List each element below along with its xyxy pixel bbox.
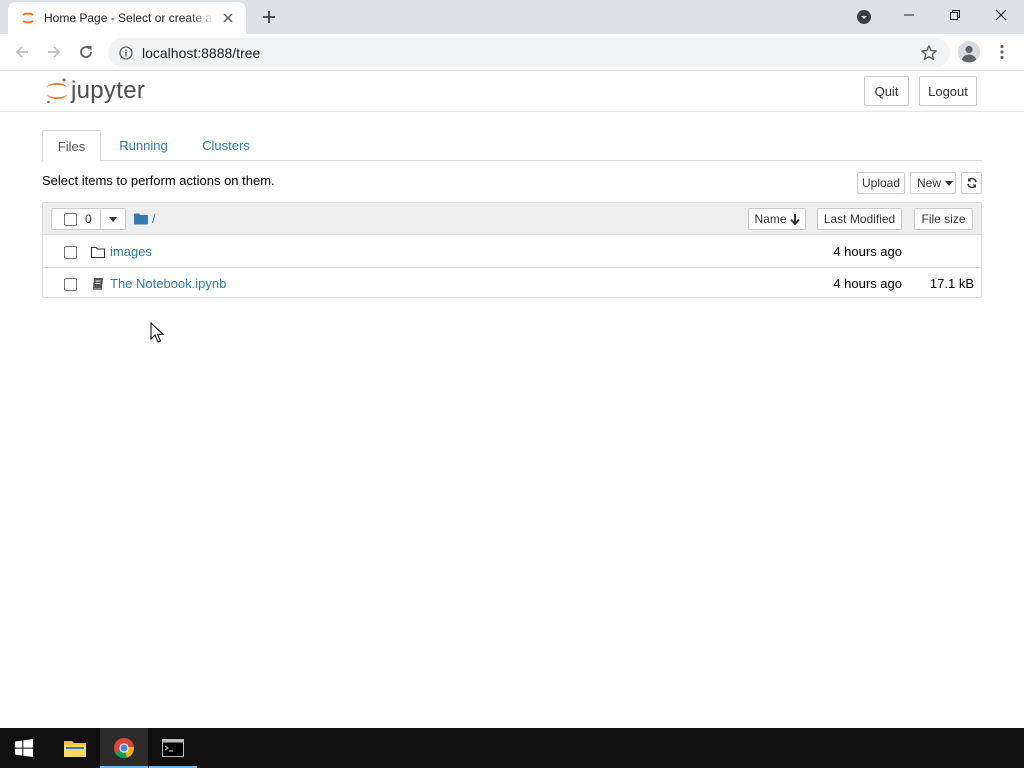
refresh-button[interactable] bbox=[961, 172, 982, 194]
browser-tab[interactable]: Home Page - Select or create a n bbox=[8, 2, 246, 34]
list-item[interactable]: images 4 hours ago bbox=[43, 236, 981, 268]
folder-solid-icon bbox=[134, 213, 148, 224]
mouse-cursor-icon bbox=[150, 322, 164, 343]
taskbar bbox=[0, 728, 1024, 768]
file-list: 0 / Name Last Modified File size images … bbox=[42, 202, 982, 298]
window-close-icon[interactable] bbox=[978, 0, 1024, 30]
tab-files[interactable]: Files bbox=[42, 130, 101, 162]
new-dropdown-button[interactable]: New bbox=[910, 172, 956, 194]
browser-toolbar: localhost:8888/tree bbox=[0, 34, 1024, 71]
forward-arrow-icon[interactable] bbox=[41, 39, 67, 65]
restore-icon[interactable] bbox=[932, 0, 978, 30]
row-size: 17.1 kB bbox=[929, 276, 974, 291]
jupyter-logo-icon bbox=[47, 78, 67, 104]
sort-file-size-button[interactable]: File size bbox=[914, 208, 973, 230]
breadcrumb-root[interactable]: / bbox=[152, 211, 156, 226]
profile-account-icon[interactable] bbox=[958, 41, 980, 63]
jupyter-logo-text: jupyter bbox=[71, 77, 146, 104]
folder-icon bbox=[90, 246, 106, 259]
bookmark-star-icon[interactable] bbox=[920, 44, 938, 62]
caret-down-icon bbox=[945, 180, 954, 186]
row-modified: 4 hours ago bbox=[833, 276, 902, 291]
sort-name-button[interactable]: Name bbox=[748, 208, 806, 230]
row-checkbox[interactable] bbox=[64, 278, 77, 291]
kebab-menu-icon[interactable] bbox=[994, 41, 1010, 63]
tab-running[interactable]: Running bbox=[108, 130, 179, 161]
windows-start-icon[interactable] bbox=[0, 728, 48, 768]
chrome-icon[interactable] bbox=[100, 728, 148, 768]
url-text[interactable]: localhost:8888/tree bbox=[142, 45, 260, 61]
quit-button[interactable]: Quit bbox=[864, 76, 909, 106]
tab-close-icon[interactable] bbox=[220, 10, 236, 26]
breadcrumb[interactable]: / bbox=[134, 211, 156, 226]
instruction-text: Select items to perform actions on them. bbox=[42, 173, 275, 188]
column-name-label: Name bbox=[754, 212, 787, 226]
select-all-group[interactable]: 0 bbox=[51, 208, 126, 230]
info-icon[interactable] bbox=[119, 45, 133, 60]
notebook-icon bbox=[93, 278, 103, 290]
file-explorer-icon[interactable] bbox=[51, 728, 99, 768]
new-button-label: New bbox=[917, 176, 942, 190]
sort-last-modified-button[interactable]: Last Modified bbox=[817, 208, 902, 230]
jupyter-favicon-icon bbox=[22, 12, 34, 24]
terminal-icon[interactable] bbox=[149, 728, 197, 768]
caret-down-icon bbox=[109, 216, 117, 222]
list-item[interactable]: The Notebook.ipynb 4 hours ago 17.1 kB bbox=[43, 267, 981, 299]
jupyter-logo[interactable]: jupyter bbox=[45, 76, 145, 106]
arrow-down-icon bbox=[789, 213, 800, 225]
jupyter-header: jupyter Quit Logout bbox=[0, 71, 1024, 112]
reload-icon[interactable] bbox=[73, 39, 99, 65]
minimize-icon[interactable] bbox=[886, 0, 932, 30]
row-checkbox[interactable] bbox=[64, 246, 77, 259]
row-name[interactable]: images bbox=[110, 244, 152, 259]
select-dropdown-toggle[interactable] bbox=[101, 209, 125, 229]
selected-count: 0 bbox=[85, 212, 92, 226]
tab-search-icon[interactable] bbox=[853, 6, 875, 28]
address-bar[interactable]: localhost:8888/tree bbox=[108, 38, 950, 67]
upload-button[interactable]: Upload bbox=[857, 172, 905, 194]
back-arrow-icon[interactable] bbox=[9, 39, 35, 65]
browser-tabstrip: Home Page - Select or create a n bbox=[0, 0, 1024, 34]
logout-button[interactable]: Logout bbox=[919, 76, 977, 106]
select-all-checkbox[interactable] bbox=[64, 212, 77, 226]
jupyter-tabs: Files Running Clusters bbox=[42, 130, 982, 162]
row-modified: 4 hours ago bbox=[833, 244, 902, 259]
tab-title: Home Page - Select or create a n bbox=[44, 11, 214, 25]
tab-clusters[interactable]: Clusters bbox=[192, 130, 260, 161]
new-tab-plus-icon[interactable] bbox=[258, 6, 280, 28]
refresh-icon bbox=[966, 177, 977, 189]
file-list-header: 0 / Name Last Modified File size bbox=[43, 203, 981, 235]
row-name[interactable]: The Notebook.ipynb bbox=[110, 276, 226, 291]
